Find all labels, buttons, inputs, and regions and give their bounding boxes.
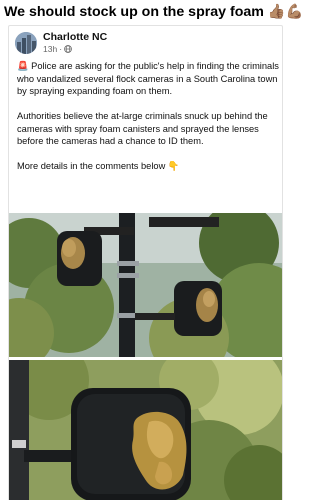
post-paragraph-1: 🚨 Police are asking for the public's hel…: [17, 61, 279, 96]
headline-text: We should stock up on the spray foam: [4, 4, 264, 20]
post-meta: 13h ·: [43, 44, 72, 54]
globe-icon: [64, 45, 72, 53]
post-body: 🚨 Police are asking for the public's hel…: [17, 60, 279, 185]
page-avatar[interactable]: [15, 32, 37, 54]
page-name[interactable]: Charlotte NC: [43, 31, 107, 43]
post-card: Charlotte NC 13h · 🚨 Police are asking f…: [8, 25, 283, 500]
post-time[interactable]: 13h: [43, 44, 57, 54]
headline-emoji: 👍🏽💪🏽: [267, 4, 304, 20]
post-paragraph-2: Authorities believe the at-large crimina…: [17, 111, 268, 146]
post-paragraph-3: More details in the comments below 👇: [17, 161, 180, 171]
post-photo-1[interactable]: [9, 213, 282, 357]
post-photo-2[interactable]: [9, 360, 282, 500]
siren-emoji: 🚨: [17, 61, 29, 71]
pointing-down-emoji: 👇: [167, 161, 180, 171]
post-headline: We should stock up on the spray foam 👍🏽💪…: [0, 0, 303, 24]
